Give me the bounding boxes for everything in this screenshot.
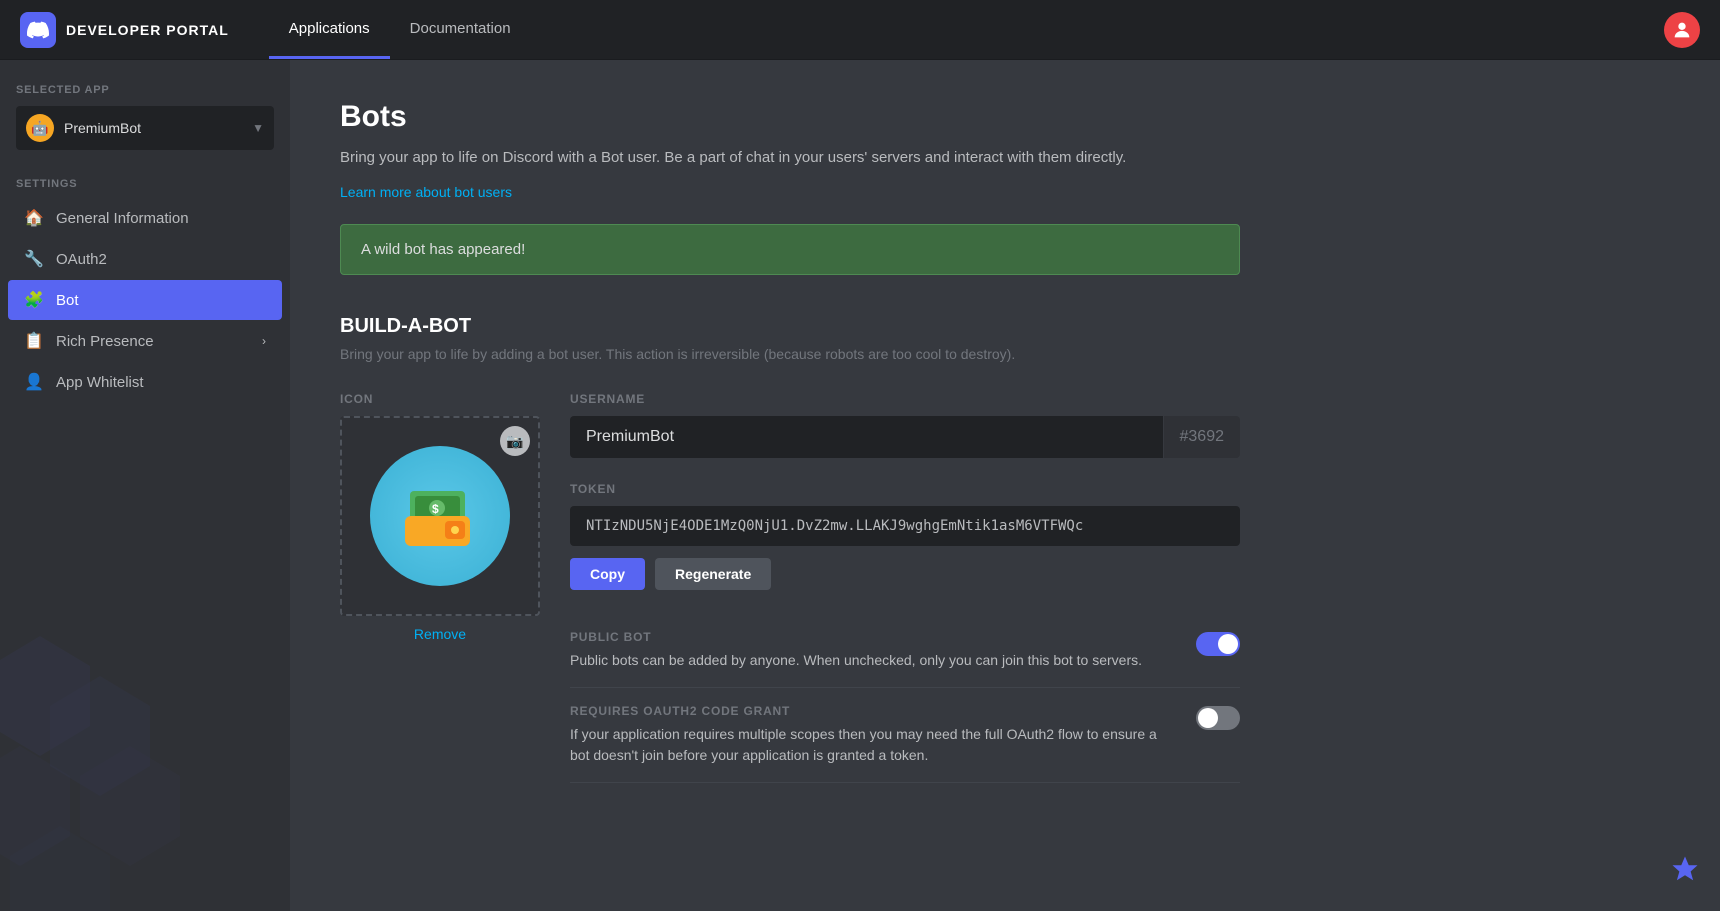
toggle-knob bbox=[1218, 634, 1238, 654]
camera-icon: 📷 bbox=[500, 426, 530, 456]
public-bot-row: PUBLIC BOT Public bots can be added by a… bbox=[570, 614, 1240, 688]
sidebar-label-general-information: General Information bbox=[56, 210, 189, 227]
oauth2-description: If your application requires multiple sc… bbox=[570, 724, 1176, 766]
build-a-bot-title: BUILD-A-BOT bbox=[340, 315, 1670, 338]
icon-upload-box[interactable]: $ 📷 bbox=[340, 416, 540, 616]
tab-documentation[interactable]: Documentation bbox=[390, 0, 531, 59]
app-icon: 🤖 bbox=[26, 114, 54, 142]
hex-decoration bbox=[0, 626, 240, 911]
main-content: Bots Bring your app to life on Discord w… bbox=[290, 60, 1720, 911]
oauth2-label: REQUIRES OAUTH2 CODE GRANT bbox=[570, 704, 1176, 718]
app-name: PremiumBot bbox=[64, 120, 242, 136]
main-layout: SELECTED APP 🤖 PremiumBot ▼ SETTINGS 🏠 G… bbox=[0, 60, 1720, 911]
remove-icon-link[interactable]: Remove bbox=[340, 626, 540, 642]
portal-title: DEVELOPER PORTAL bbox=[66, 22, 229, 38]
user-icon: 👤 bbox=[24, 372, 44, 392]
username-field-label: USERNAME bbox=[570, 392, 1240, 406]
username-row: #3692 bbox=[570, 416, 1240, 458]
app-selector-dropdown[interactable]: 🤖 PremiumBot ▼ bbox=[16, 106, 274, 150]
selected-app-section: SELECTED APP 🤖 PremiumBot ▼ bbox=[0, 84, 290, 170]
oauth2-code-grant-row: REQUIRES OAUTH2 CODE GRANT If your appli… bbox=[570, 688, 1240, 783]
sidebar-label-bot: Bot bbox=[56, 292, 79, 309]
wild-bot-text: A wild bot has appeared! bbox=[361, 241, 525, 258]
token-value: NTIzNDU5NjE4ODE1MzQ0NjU1.DvZ2mw.LLAKJ9wg… bbox=[570, 506, 1240, 546]
puzzle-icon: 🧩 bbox=[24, 290, 44, 310]
build-a-bot-grid: ICON $ bbox=[340, 392, 1240, 783]
sidebar-label-rich-presence: Rich Presence bbox=[56, 333, 154, 350]
build-a-bot-description: Bring your app to life by adding a bot u… bbox=[340, 346, 1670, 362]
token-section: TOKEN NTIzNDU5NjE4ODE1MzQ0NjU1.DvZ2mw.LL… bbox=[570, 482, 1240, 590]
dropdown-arrow-icon: ▼ bbox=[252, 121, 264, 135]
sidebar-item-rich-presence[interactable]: 📋 Rich Presence › bbox=[8, 321, 282, 361]
sidebar-label-oauth2: OAuth2 bbox=[56, 251, 107, 268]
public-bot-toggle[interactable] bbox=[1196, 632, 1240, 656]
page-description: Bring your app to life on Discord with a… bbox=[340, 146, 1240, 170]
selected-app-label: SELECTED APP bbox=[16, 84, 274, 96]
sidebar-item-bot[interactable]: 🧩 Bot bbox=[8, 280, 282, 320]
svg-text:$: $ bbox=[432, 502, 439, 516]
oauth2-toggle-knob bbox=[1198, 708, 1218, 728]
oauth2-toggle[interactable] bbox=[1196, 706, 1240, 730]
sidebar-item-app-whitelist[interactable]: 👤 App Whitelist bbox=[8, 362, 282, 402]
sidebar-item-general-information[interactable]: 🏠 General Information bbox=[8, 198, 282, 238]
icon-field-label: ICON bbox=[340, 392, 540, 406]
page-title: Bots bbox=[340, 100, 1670, 134]
wrench-icon: 🔧 bbox=[24, 249, 44, 269]
bottom-badge bbox=[1670, 854, 1700, 891]
wild-bot-banner: A wild bot has appeared! bbox=[340, 224, 1240, 275]
logo: DEVELOPER PORTAL bbox=[20, 12, 229, 48]
tab-applications[interactable]: Applications bbox=[269, 0, 390, 59]
sidebar: SELECTED APP 🤖 PremiumBot ▼ SETTINGS 🏠 G… bbox=[0, 60, 290, 911]
regenerate-token-button[interactable]: Regenerate bbox=[655, 558, 771, 590]
token-buttons: Copy Regenerate bbox=[570, 558, 1240, 590]
bot-fields: USERNAME #3692 TOKEN NTIzNDU5NjE4ODE1MzQ… bbox=[570, 392, 1240, 783]
public-bot-label: PUBLIC BOT bbox=[570, 630, 1176, 644]
token-field-label: TOKEN bbox=[570, 482, 1240, 496]
icon-upload-section: ICON $ bbox=[340, 392, 540, 642]
public-bot-description: Public bots can be added by anyone. When… bbox=[570, 650, 1176, 671]
chevron-right-icon: › bbox=[262, 334, 266, 348]
sidebar-label-app-whitelist: App Whitelist bbox=[56, 374, 144, 391]
discriminator: #3692 bbox=[1163, 416, 1241, 458]
sidebar-item-oauth2[interactable]: 🔧 OAuth2 bbox=[8, 239, 282, 279]
discord-logo-icon bbox=[20, 12, 56, 48]
list-icon: 📋 bbox=[24, 331, 44, 351]
nav-tabs: Applications Documentation bbox=[269, 0, 531, 59]
home-icon: 🏠 bbox=[24, 208, 44, 228]
top-navigation: DEVELOPER PORTAL Applications Documentat… bbox=[0, 0, 1720, 60]
copy-token-button[interactable]: Copy bbox=[570, 558, 645, 590]
username-input[interactable] bbox=[570, 416, 1163, 458]
bot-avatar: $ bbox=[370, 446, 510, 586]
settings-section-label: SETTINGS bbox=[0, 178, 290, 190]
learn-more-link[interactable]: Learn more about bot users bbox=[340, 184, 512, 200]
user-avatar[interactable] bbox=[1664, 12, 1700, 48]
